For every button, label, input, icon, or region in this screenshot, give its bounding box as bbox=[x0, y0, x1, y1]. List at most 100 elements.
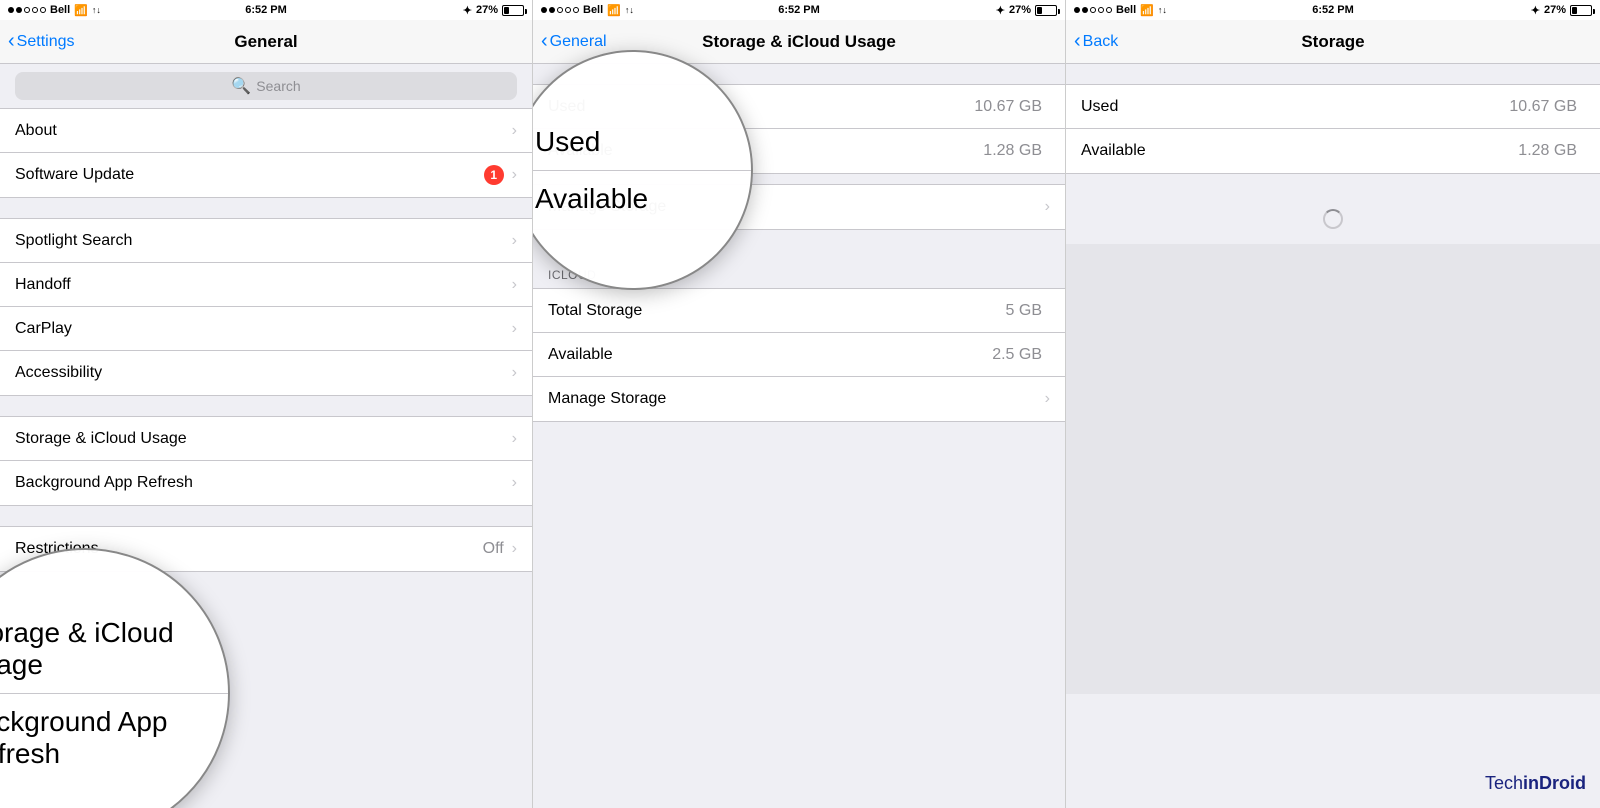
signal-dots-1 bbox=[8, 7, 46, 13]
time-2: 6:52 PM bbox=[778, 4, 820, 16]
restrictions-value: Off bbox=[483, 540, 504, 558]
used-row-3: Used 10.67 GB bbox=[1066, 85, 1600, 129]
battery-fill-1 bbox=[504, 7, 509, 14]
available-value-2: 1.28 GB bbox=[983, 142, 1042, 160]
status-right-3: ✦ 27% bbox=[1531, 4, 1592, 17]
dot2-3 bbox=[557, 7, 563, 13]
loading-spinner bbox=[1323, 209, 1343, 229]
panel-storage: Bell 📶 ↑↓ 6:52 PM ✦ 27% ‹ Back Storage U… bbox=[1066, 0, 1600, 808]
dot5 bbox=[40, 7, 46, 13]
bluetooth-icon-2: ✦ bbox=[996, 4, 1005, 17]
icloud-available-row: Available 2.5 GB bbox=[533, 333, 1065, 377]
about-label: About bbox=[15, 122, 512, 140]
magnifier-row-used: Used bbox=[533, 114, 751, 171]
watermark-tech: Tech bbox=[1485, 773, 1523, 793]
carrier-2: Bell bbox=[583, 4, 603, 16]
spacer-3a bbox=[1066, 64, 1600, 84]
about-row[interactable]: About › bbox=[0, 109, 532, 153]
dot2-5 bbox=[573, 7, 579, 13]
dot3-2 bbox=[1082, 7, 1088, 13]
spotlight-row[interactable]: Spotlight Search › bbox=[0, 219, 532, 263]
background-app-chevron: › bbox=[512, 474, 517, 492]
wifi-icon-1: 📶 bbox=[74, 4, 88, 17]
arrow-icon-2: ↑↓ bbox=[625, 5, 634, 15]
back-label-2[interactable]: General bbox=[550, 33, 607, 51]
icloud-table-group: Total Storage 5 GB Available 2.5 GB Mana… bbox=[533, 288, 1065, 422]
used-value-3: 10.67 GB bbox=[1509, 98, 1577, 116]
software-update-row[interactable]: Software Update 1 › bbox=[0, 153, 532, 197]
status-left-1: Bell 📶 ↑↓ bbox=[8, 4, 101, 17]
status-left-2: Bell 📶 ↑↓ bbox=[541, 4, 634, 17]
time-3: 6:52 PM bbox=[1312, 4, 1354, 16]
software-update-label: Software Update bbox=[15, 166, 484, 184]
search-placeholder-1: Search bbox=[256, 78, 300, 94]
battery-fill-2 bbox=[1037, 7, 1042, 14]
icloud-available-value: 2.5 GB bbox=[992, 346, 1042, 364]
icloud-manage-row[interactable]: Manage Storage › bbox=[533, 377, 1065, 421]
nav-title-2: Storage & iCloud Usage bbox=[702, 32, 896, 52]
status-bar-3: Bell 📶 ↑↓ 6:52 PM ✦ 27% bbox=[1066, 0, 1600, 20]
handoff-row[interactable]: Handoff › bbox=[0, 263, 532, 307]
storage-icloud-label: Storage & iCloud Usage bbox=[15, 430, 512, 448]
status-right-1: ✦ 27% bbox=[463, 4, 524, 17]
status-left-3: Bell 📶 ↑↓ bbox=[1074, 4, 1167, 17]
accessibility-row[interactable]: Accessibility › bbox=[0, 351, 532, 395]
storage-detail-group: Used 10.67 GB Available 1.28 GB bbox=[1066, 84, 1600, 174]
dot2 bbox=[16, 7, 22, 13]
wifi-icon-2: 📶 bbox=[607, 4, 621, 17]
status-bar-1: Bell 📶 ↑↓ 6:52 PM ✦ 27% bbox=[0, 0, 532, 20]
watermark-indroid: inDroid bbox=[1523, 773, 1586, 793]
about-chevron: › bbox=[512, 122, 517, 140]
icloud-manage-chevron: › bbox=[1045, 390, 1050, 408]
back-settings-button[interactable]: ‹ Settings bbox=[8, 32, 74, 51]
dot3-4 bbox=[1098, 7, 1104, 13]
search-bar-1[interactable]: 🔍 Search bbox=[15, 72, 517, 100]
battery-percent-1: 27% bbox=[476, 4, 498, 16]
nav-title-3: Storage bbox=[1301, 32, 1364, 52]
status-right-2: ✦ 27% bbox=[996, 4, 1057, 17]
nav-title-1: General bbox=[234, 32, 297, 52]
dot2-2 bbox=[549, 7, 555, 13]
table-group-1: About › Software Update 1 › bbox=[0, 108, 532, 198]
back-general-button[interactable]: ‹ General bbox=[541, 32, 607, 51]
spacer-3 bbox=[0, 506, 532, 526]
software-update-badge: 1 bbox=[484, 165, 504, 185]
spacer-2 bbox=[0, 396, 532, 416]
nav-bar-1: ‹ Settings General bbox=[0, 20, 532, 64]
search-icon-1: 🔍 bbox=[231, 76, 251, 96]
wifi-icon-3: 📶 bbox=[1140, 4, 1154, 17]
spinner-container bbox=[1066, 194, 1600, 244]
carrier-1: Bell bbox=[50, 4, 70, 16]
dot4 bbox=[32, 7, 38, 13]
back-label-1[interactable]: Settings bbox=[17, 33, 75, 51]
status-bar-2: Bell 📶 ↑↓ 6:52 PM ✦ 27% bbox=[533, 0, 1065, 20]
carplay-row[interactable]: CarPlay › bbox=[0, 307, 532, 351]
signal-dots-2 bbox=[541, 7, 579, 13]
battery-percent-3: 27% bbox=[1544, 4, 1566, 16]
used-label-3: Used bbox=[1081, 98, 1509, 116]
bluetooth-icon-1: ✦ bbox=[463, 4, 472, 17]
time-1: 6:52 PM bbox=[245, 4, 287, 16]
spotlight-label: Spotlight Search bbox=[15, 232, 512, 250]
background-app-row[interactable]: Background App Refresh › bbox=[0, 461, 532, 505]
icloud-total-row: Total Storage 5 GB bbox=[533, 289, 1065, 333]
carplay-label: CarPlay bbox=[15, 320, 512, 338]
software-update-chevron: › bbox=[512, 166, 517, 184]
arrow-icon-3: ↑↓ bbox=[1158, 5, 1167, 15]
dot2-1 bbox=[541, 7, 547, 13]
back-label-3[interactable]: Back bbox=[1083, 33, 1119, 51]
storage-icloud-chevron: › bbox=[512, 430, 517, 448]
arrow-icon-1: ↑↓ bbox=[92, 5, 101, 15]
dot3 bbox=[24, 7, 30, 13]
panel-general: Bell 📶 ↑↓ 6:52 PM ✦ 27% ‹ Settings Gener… bbox=[0, 0, 533, 808]
table-group-2: Spotlight Search › Handoff › CarPlay › A… bbox=[0, 218, 532, 396]
back-chevron-2: ‹ bbox=[541, 31, 548, 51]
icloud-manage-label: Manage Storage bbox=[548, 390, 1045, 408]
back-button-3[interactable]: ‹ Back bbox=[1074, 32, 1118, 51]
handoff-label: Handoff bbox=[15, 276, 512, 294]
storage-icloud-row[interactable]: Storage & iCloud Usage › bbox=[0, 417, 532, 461]
used-value-2: 10.67 GB bbox=[974, 98, 1042, 116]
dot1 bbox=[8, 7, 14, 13]
nav-bar-3: ‹ Back Storage bbox=[1066, 20, 1600, 64]
battery-percent-2: 27% bbox=[1009, 4, 1031, 16]
